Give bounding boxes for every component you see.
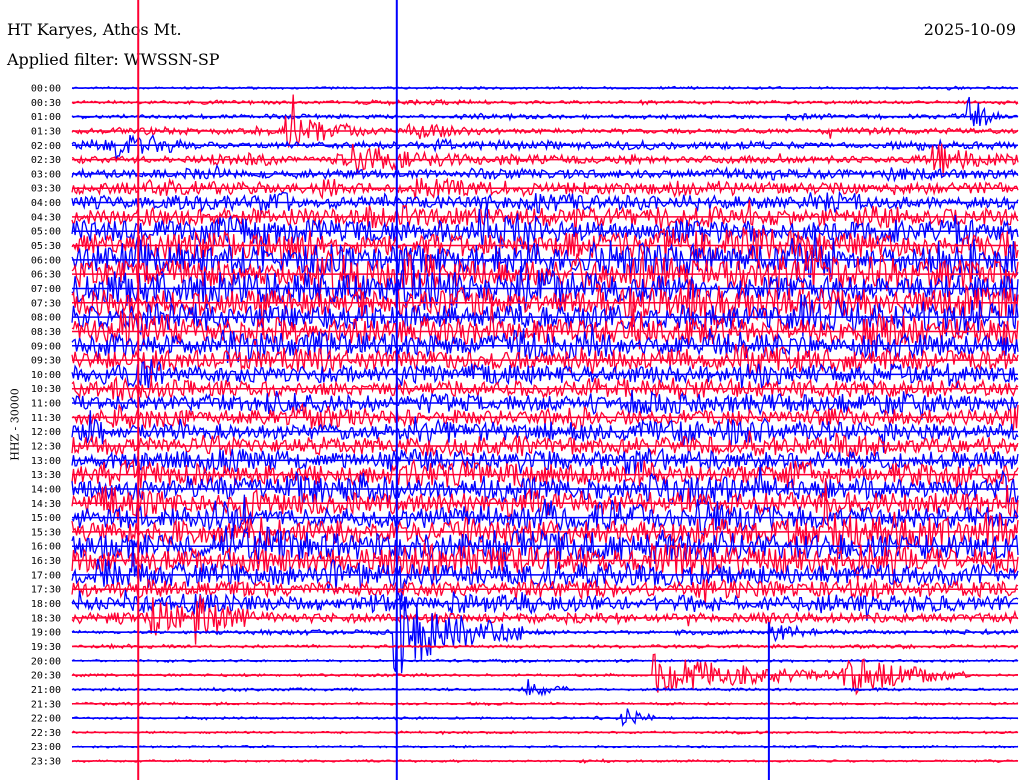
time-tick-label: 03:30 bbox=[31, 184, 61, 195]
time-tick-label: 12:00 bbox=[31, 427, 61, 438]
time-tick-label: 13:00 bbox=[31, 456, 61, 467]
time-tick-label: 04:30 bbox=[31, 212, 61, 223]
time-tick-label: 09:30 bbox=[31, 356, 61, 367]
time-tick-label: 23:30 bbox=[31, 757, 61, 768]
time-tick-label: 08:30 bbox=[31, 327, 61, 338]
time-tick-label: 10:00 bbox=[31, 370, 61, 381]
time-tick-label: 18:30 bbox=[31, 613, 61, 624]
time-tick-label: 15:00 bbox=[31, 513, 61, 524]
time-tick-label: 02:30 bbox=[31, 155, 61, 166]
time-tick-label: 08:00 bbox=[31, 313, 61, 324]
time-tick-label: 06:00 bbox=[31, 255, 61, 266]
time-tick-label: 05:30 bbox=[31, 241, 61, 252]
trace-row-0300 bbox=[71, 163, 1019, 183]
time-tick-label: 07:30 bbox=[31, 298, 61, 309]
time-tick-label: 22:30 bbox=[31, 728, 61, 739]
time-tick-label: 15:30 bbox=[31, 527, 61, 538]
time-tick-label: 16:30 bbox=[31, 556, 61, 567]
time-tick-label: 00:30 bbox=[31, 98, 61, 109]
time-tick-label: 17:00 bbox=[31, 570, 61, 581]
time-tick-label: 21:30 bbox=[31, 699, 61, 710]
trace-row-2100 bbox=[71, 679, 1019, 697]
time-tick-label: 07:00 bbox=[31, 284, 61, 295]
time-tick-label: 21:00 bbox=[31, 685, 61, 696]
trace-row-2200 bbox=[71, 708, 1019, 727]
time-tick-label: 11:30 bbox=[31, 413, 61, 424]
trace-row-0100 bbox=[71, 96, 1019, 127]
time-tick-label: 11:00 bbox=[31, 399, 61, 410]
time-tick-label: 17:30 bbox=[31, 585, 61, 596]
time-tick-label: 14:30 bbox=[31, 499, 61, 510]
time-tick-label: 10:30 bbox=[31, 384, 61, 395]
time-tick-label: 02:00 bbox=[31, 141, 61, 152]
time-tick-label: 19:00 bbox=[31, 628, 61, 639]
time-tick-label: 03:00 bbox=[31, 169, 61, 180]
trace-row-1730 bbox=[71, 577, 1019, 606]
time-tick-label: 06:30 bbox=[31, 270, 61, 281]
time-tick-label: 19:30 bbox=[31, 642, 61, 653]
time-tick-label: 22:00 bbox=[31, 714, 61, 725]
time-tick-label: 18:00 bbox=[31, 599, 61, 610]
trace-row-0830 bbox=[71, 301, 1019, 356]
time-tick-label: 05:00 bbox=[31, 227, 61, 238]
time-tick-label: 14:00 bbox=[31, 484, 61, 495]
helicorder-plot: 00:00 00:30 01:00 01:30 02:00 02:30 03:00 03:30… bbox=[31, 0, 1019, 780]
time-tick-label: 01:00 bbox=[31, 112, 61, 123]
time-tick-label: 09:00 bbox=[31, 341, 61, 352]
time-tick-label: 20:30 bbox=[31, 671, 61, 682]
time-tick-label: 16:00 bbox=[31, 542, 61, 553]
time-tick-label: 01:30 bbox=[31, 126, 61, 137]
time-tick-label: 04:00 bbox=[31, 198, 61, 209]
time-tick-label: 00:00 bbox=[31, 84, 61, 95]
time-tick-label: 20:00 bbox=[31, 656, 61, 667]
time-tick-label: 23:00 bbox=[31, 742, 61, 753]
time-tick-label: 12:30 bbox=[31, 442, 61, 453]
time-tick-label: 13:30 bbox=[31, 470, 61, 481]
